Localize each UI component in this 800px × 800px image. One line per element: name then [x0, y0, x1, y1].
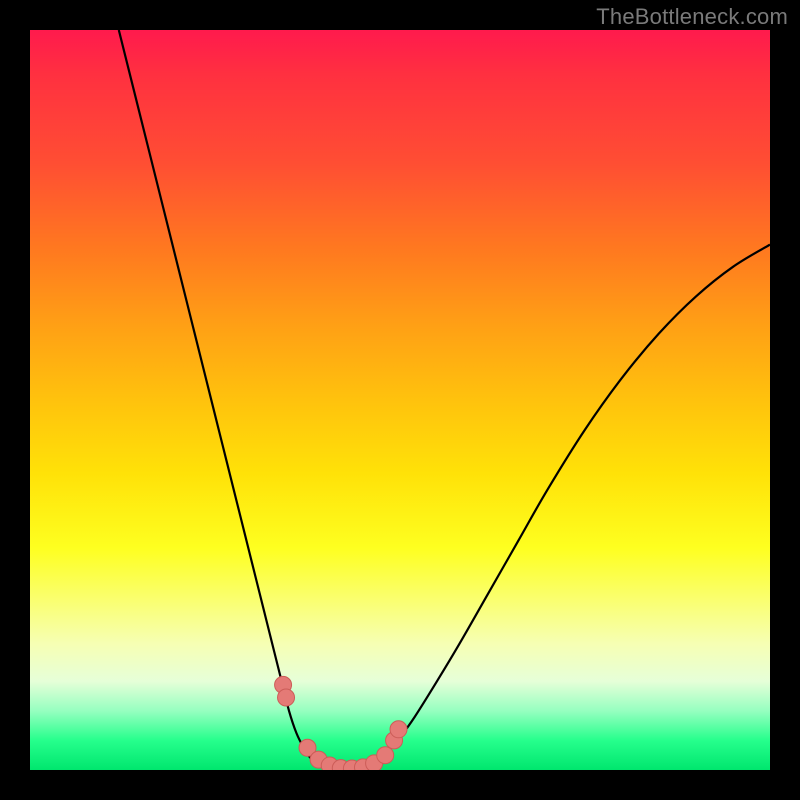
chart-svg: [30, 30, 770, 770]
curve-left-branch: [119, 30, 326, 767]
plot-area: [30, 30, 770, 770]
marker-group: [275, 676, 407, 770]
curve-right-branch: [378, 245, 770, 760]
watermark-text: TheBottleneck.com: [596, 4, 788, 30]
data-marker: [390, 721, 407, 738]
data-marker: [377, 747, 394, 764]
chart-frame: TheBottleneck.com: [0, 0, 800, 800]
data-marker: [278, 689, 295, 706]
